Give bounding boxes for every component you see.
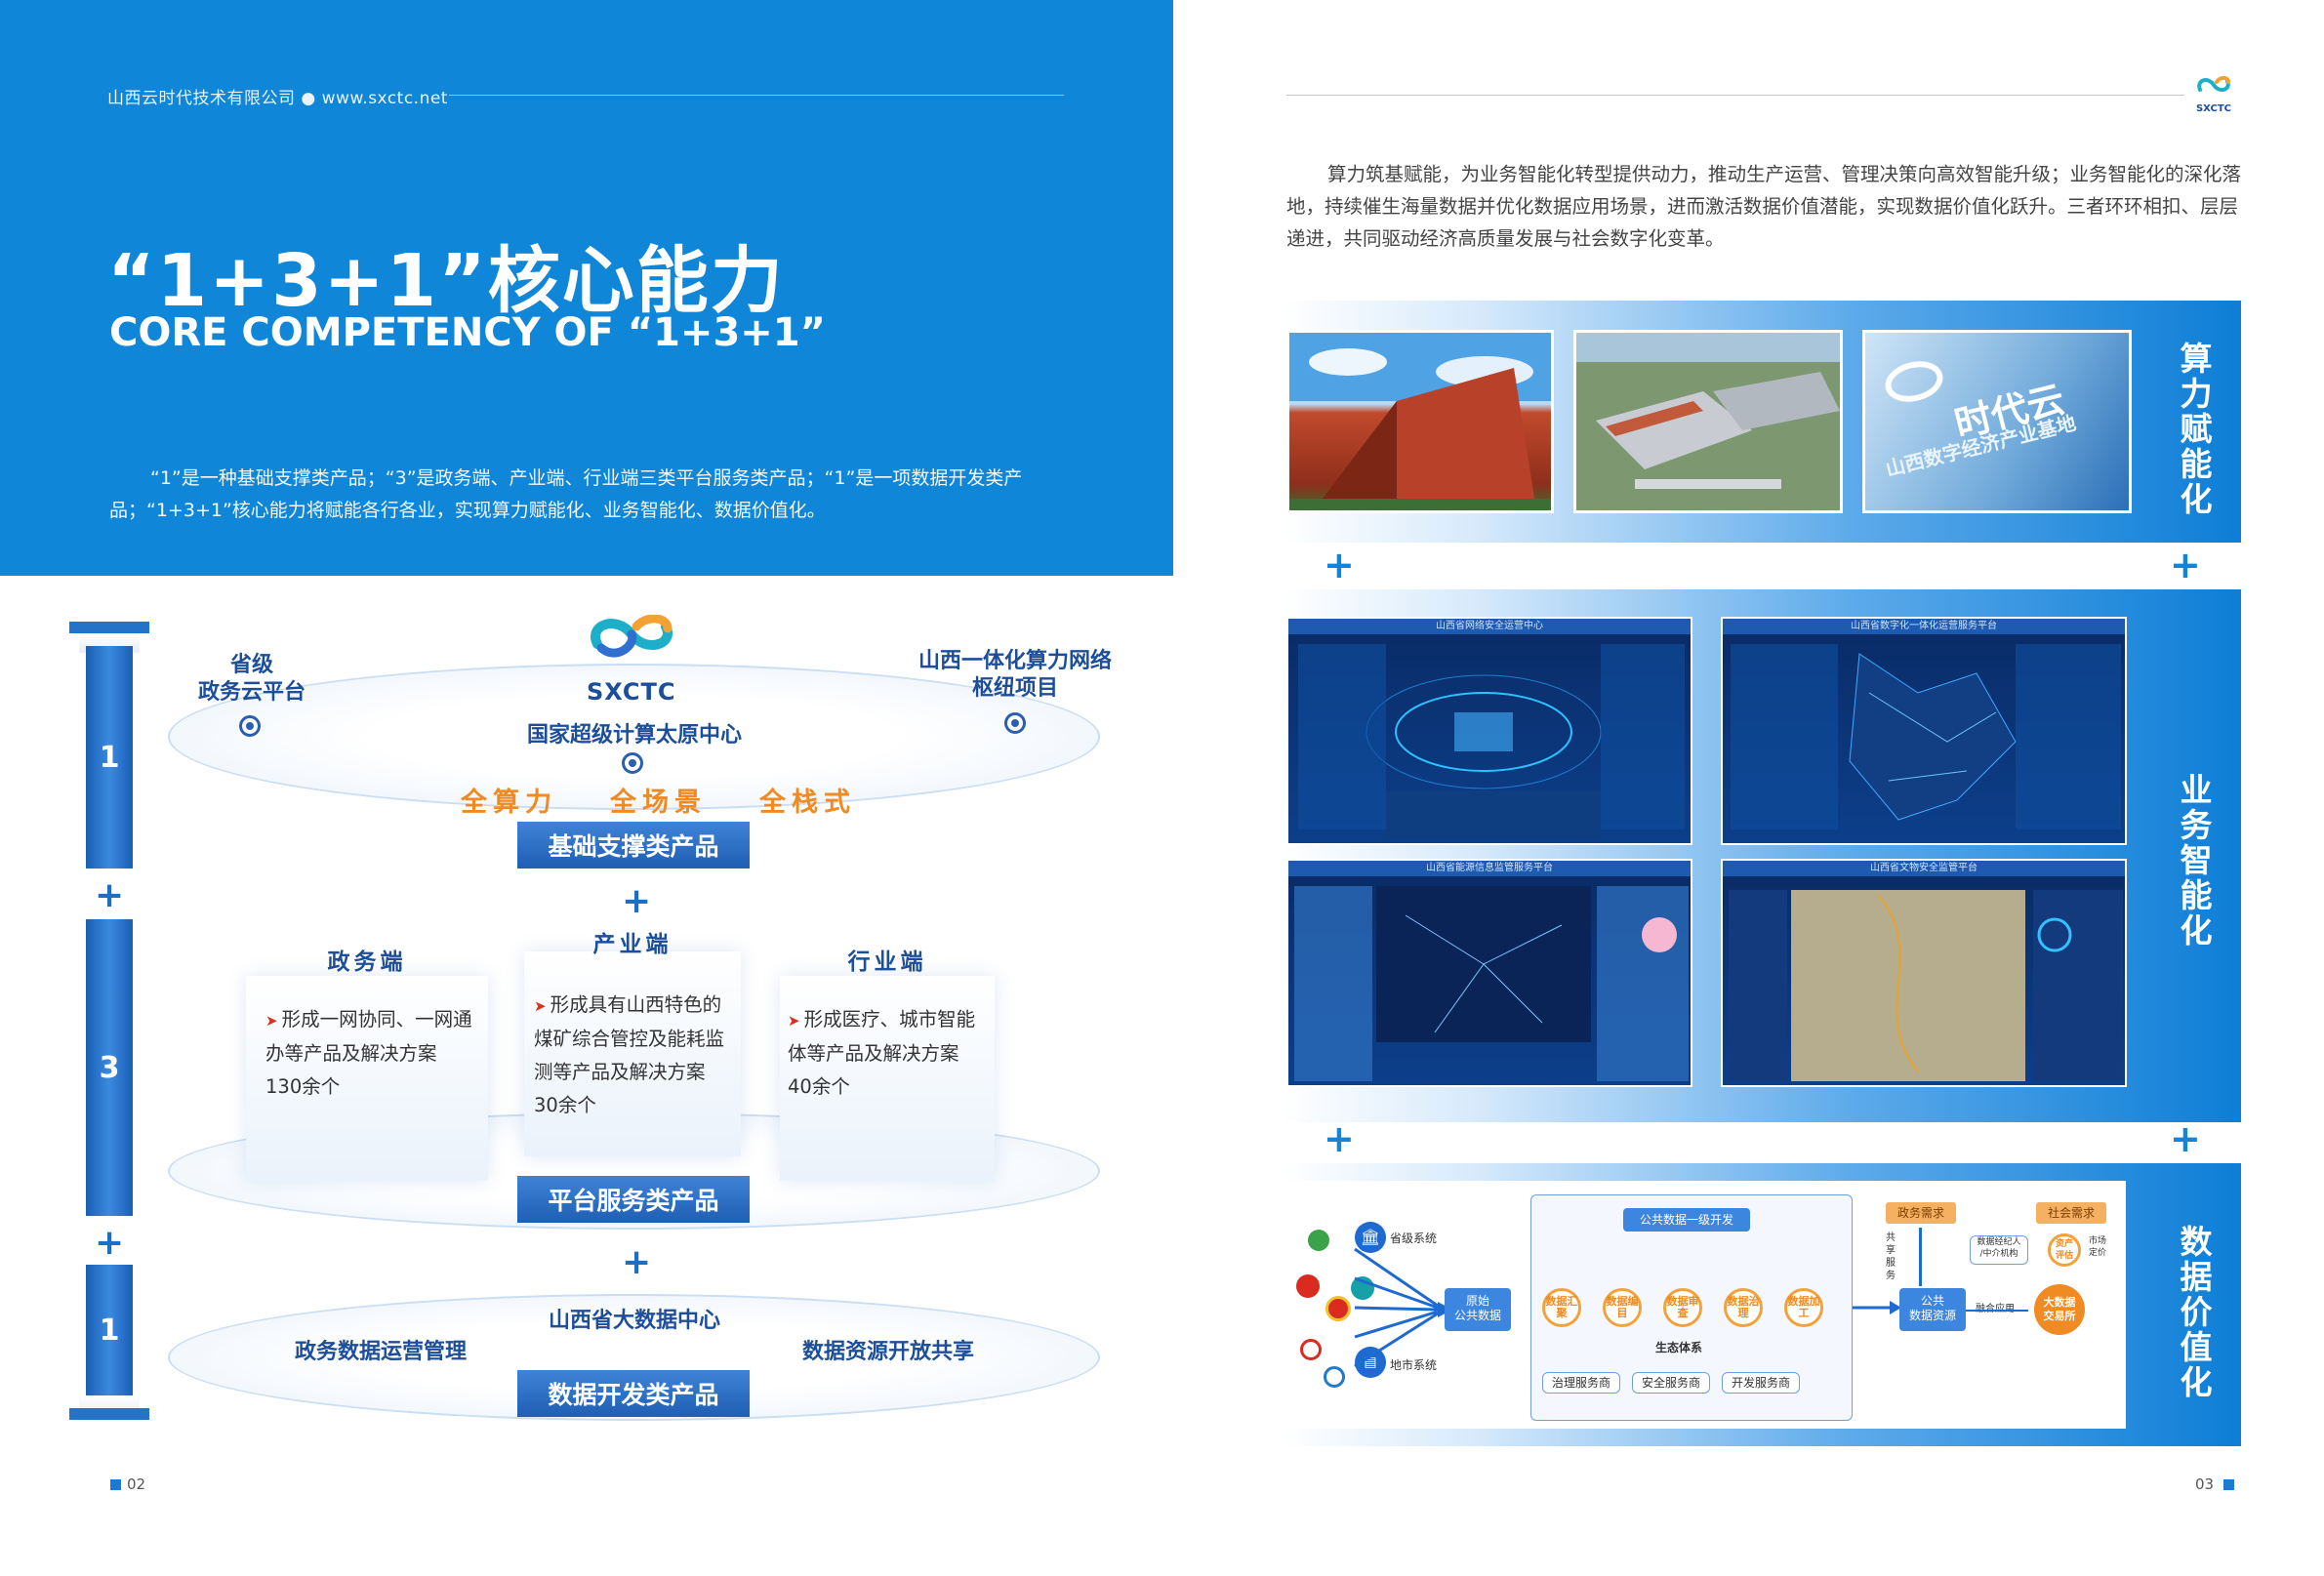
dev-title: 公共数据一级开发 xyxy=(1623,1208,1750,1232)
card-sector-text: 形成医疗、城市智能体等产品及解决方案40余个 xyxy=(788,1008,976,1098)
photo-building xyxy=(1286,330,1554,513)
plus-sign: + xyxy=(2170,544,2201,586)
dashboard-title: 山西省数字化一体化运营服务平台 xyxy=(1723,619,2125,634)
sxctc-logo-small-text: SXCTC xyxy=(2195,103,2232,114)
plus-sign: + xyxy=(2170,1117,2201,1160)
broker: 数据经纪人 /中介机构 xyxy=(1970,1235,2028,1265)
eco-item-2: 安全服务商 xyxy=(1632,1372,1710,1394)
step-1: 数据汇聚 xyxy=(1542,1288,1581,1327)
org-logo-icon xyxy=(1308,1230,1329,1251)
highlight-full-compute: 全算力 xyxy=(461,788,557,818)
tier3-right-label: 数据资源开放共享 xyxy=(801,1340,974,1364)
card-industry-head: 产业端 xyxy=(592,932,673,957)
card-government: ➤ 形成一网协同、一网通办等产品及解决方案130余个 xyxy=(246,976,488,1181)
tier-bar-3: 3 xyxy=(86,919,133,1216)
step-2: 数据编目 xyxy=(1603,1288,1642,1327)
telecom-logo-icon xyxy=(1324,1366,1345,1388)
tier3-left-label: 政务数据运营管理 xyxy=(294,1340,467,1364)
page-marker-left xyxy=(110,1479,121,1490)
bar-bottom-cap xyxy=(69,1408,149,1420)
social-need: 社会需求 xyxy=(2036,1202,2106,1224)
step-5: 数据加工 xyxy=(1784,1288,1823,1327)
tier3-center-label: 山西省大数据中心 xyxy=(548,1309,720,1333)
sxctc-logo-small: SXCTC xyxy=(2192,75,2235,114)
step-4: 数据治理 xyxy=(1724,1288,1763,1327)
fusion-arrow xyxy=(1966,1310,2028,1312)
bar-top-cap xyxy=(69,622,149,633)
card-government-head: 政务端 xyxy=(327,950,407,975)
card-industry-text: 形成具有山西特色的煤矿综合管控及能耗监测等产品及解决方案30余个 xyxy=(534,993,725,1116)
up-arrow xyxy=(1919,1228,1922,1286)
sxctc-logo-text: SXCTC xyxy=(587,678,676,706)
plus-sign: + xyxy=(95,875,125,915)
dashboard-title: 山西省网络安全运营中心 xyxy=(1288,619,1691,634)
plus-sign: + xyxy=(622,1242,652,1282)
triangle-bullet-icon: ➤ xyxy=(534,997,547,1015)
triangle-bullet-icon: ➤ xyxy=(788,1012,800,1030)
sxctc-logo-icon xyxy=(578,614,685,669)
page-marker-right xyxy=(2223,1479,2234,1490)
eco-item-1: 治理服务商 xyxy=(1542,1372,1620,1394)
photo-sign-logo-icon xyxy=(1881,355,1947,408)
dashboard-energy: 山西省能源信息监管服务平台 xyxy=(1286,859,1692,1087)
highlight-full-stack: 全栈式 xyxy=(759,788,856,818)
bank-logo-icon xyxy=(1300,1339,1322,1360)
page-number-right: 03 xyxy=(2195,1475,2215,1493)
party-emblem-icon xyxy=(1296,1274,1320,1298)
raw-data-cylinder: 原始 公共数据 xyxy=(1445,1288,1511,1331)
card-sector-head: 行业端 xyxy=(847,950,927,975)
band-business-label: 业务智能化 xyxy=(2180,771,2213,950)
tier1-left-label: 省级 政务云平台 xyxy=(197,653,306,705)
asset-eval: 资产 评估 xyxy=(2048,1233,2081,1267)
dashboard-title: 山西省文物安全监管平台 xyxy=(1723,861,2125,876)
card-government-text: 形成一网协同、一网通办等产品及解决方案130余个 xyxy=(265,1008,472,1098)
dashboard-title: 山西省能源信息监管服务平台 xyxy=(1288,861,1691,876)
intro-paragraph: “1”是一种基础支撑类产品；“3”是政务端、产业端、行业端三类平台服务类产品；“… xyxy=(109,467,1023,521)
band-data-label: 数据价值化 xyxy=(2180,1223,2213,1401)
card-industry: ➤ 形成具有山西特色的煤矿综合管控及能耗监测等产品及解决方案30余个 xyxy=(524,951,741,1156)
photo-sign-wall: 时代云 山西数字经济产业基地 xyxy=(1862,330,2132,513)
gov-need: 政务需求 xyxy=(1886,1202,1956,1224)
step-3: 数据审查 xyxy=(1663,1288,1702,1327)
dashboard-operations: 山西省数字化一体化运营服务平台 xyxy=(1721,617,2127,845)
public-data-resource: 公共 数据资源 xyxy=(1899,1288,1966,1331)
band-compute-label: 算力赋能化 xyxy=(2180,340,2213,518)
dashboard-security: 山西省网络安全运营中心 xyxy=(1286,617,1692,845)
dashboard-relics: 山西省文物安全监管平台 xyxy=(1721,859,2127,1087)
tier-bar-1b: 1 xyxy=(86,1265,133,1395)
company-header: 山西云时代技术有限公司 ● www.sxctc.net xyxy=(107,89,448,108)
page-subtitle: CORE COMPETENCY OF “1+3+1” xyxy=(109,310,826,355)
market-pricing: 市场 定价 xyxy=(2089,1236,2107,1258)
data-exchange: 大数据 交易所 xyxy=(2034,1284,2085,1335)
tier1-right-label: 山西一体化算力网络 枢纽项目 xyxy=(917,649,1112,701)
tier1-tag: 基础支撑类产品 xyxy=(517,822,750,869)
fusion-app: 融合应用 xyxy=(1976,1300,2015,1314)
photo-datacenter xyxy=(1573,330,1843,513)
header-divider-right xyxy=(1286,95,2184,96)
data-flow-diagram: 🏛 省级系统 ▤ 地市系统 原始 公共数据 公共数据一级开发 数据汇聚 数据编目… xyxy=(1286,1181,2126,1429)
card-sector: ➤ 形成医疗、城市智能体等产品及解决方案40余个 xyxy=(780,976,995,1181)
tier1-marker-center xyxy=(622,752,643,774)
eco-title: 生态体系 xyxy=(1655,1341,1703,1354)
tier3-tag: 数据开发类产品 xyxy=(517,1370,750,1417)
plus-sign: + xyxy=(1324,544,1355,586)
tier1-marker-left xyxy=(239,715,261,737)
plus-sign: + xyxy=(622,881,652,921)
plus-sign: + xyxy=(1324,1117,1355,1160)
page-number-left: 02 xyxy=(127,1475,146,1493)
triangle-bullet-icon: ➤ xyxy=(265,1012,278,1030)
tier-bar-1: 1 xyxy=(86,646,133,869)
header-divider xyxy=(449,95,1064,96)
tier1-center-label: 国家超级计算太原中心 xyxy=(526,723,742,748)
tier2-tag: 平台服务类产品 xyxy=(517,1176,750,1223)
eco-item-3: 开发服务商 xyxy=(1722,1372,1800,1394)
highlight-full-scenario: 全场景 xyxy=(610,788,707,818)
share-service: 共享服务 xyxy=(1886,1233,1896,1281)
right-paragraph: 算力筑基赋能，为业务智能化转型提供动力，推动生产运营、管理决策向高效智能升级；业… xyxy=(1286,163,2242,250)
plus-sign: + xyxy=(95,1223,125,1263)
tier1-marker-right xyxy=(1004,712,1026,734)
